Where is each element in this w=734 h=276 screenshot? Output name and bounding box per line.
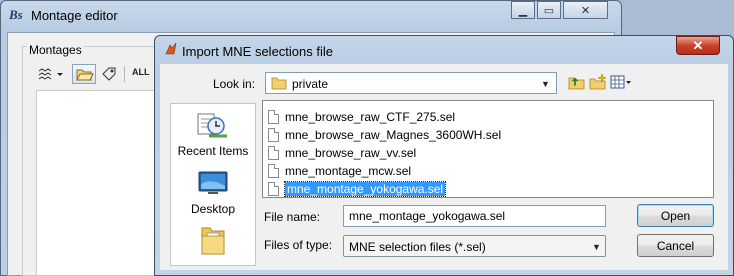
file-icon [268,181,279,196]
minimize-icon: ▁ [518,4,528,17]
file-icon [268,127,279,142]
file-name: mne_browse_raw_CTF_275.sel [285,109,456,124]
montage-editor-title: Montage editor [31,8,118,23]
list-item[interactable]: mne_browse_raw_Magnes_3600WH.sel [268,126,501,143]
documents-icon [201,227,225,255]
brainstorm-logo-icon: Bs [9,7,23,22]
open-button[interactable]: Open [637,204,714,227]
place-desktop[interactable]: Desktop [171,166,255,216]
place-label: Recent Items [177,144,249,158]
place-documents[interactable] [171,222,255,264]
file-name: mne_browse_raw_Magnes_3600WH.sel [285,127,502,142]
chevron-down-icon[interactable]: ▼ [541,79,550,89]
new-folder-icon[interactable] [589,73,607,91]
folder-open-icon [76,69,94,81]
tag-button[interactable] [99,64,119,84]
chevron-down-icon[interactable]: ▼ [592,242,601,252]
folder-icon [271,77,287,90]
place-label: Desktop [190,202,236,216]
view-menu-icon[interactable] [610,73,632,91]
files-of-type-label: Files of type: [264,238,333,252]
list-item[interactable]: mne_browse_raw_CTF_275.sel [268,108,455,125]
montages-group-label: Montages [27,43,84,57]
recent-items-icon [197,113,227,138]
file-icon [268,109,279,124]
toolbar-separator [124,66,125,82]
bg-close-button[interactable]: ✕ [563,1,608,19]
file-icon [268,145,279,160]
maximize-icon: ▭ [543,4,555,17]
list-item[interactable]: mne_browse_raw_vv.sel [268,144,416,161]
file-icon [268,163,279,178]
open-montage-button[interactable] [72,64,96,84]
file-list[interactable]: mne_browse_raw_CTF_275.sel mne_browse_ra… [262,100,714,198]
file-name-label: File name: [264,210,321,224]
maximize-button[interactable]: ▭ [537,1,561,19]
look-in-label: Look in: [213,77,256,91]
montage-type-dropdown[interactable] [36,64,66,84]
file-name: mne_montage_yokogawa.sel [283,180,447,197]
desktop-icon [198,171,228,194]
file-name: mne_montage_mcw.sel [285,163,412,178]
up-folder-icon[interactable] [568,73,586,91]
dialog-close-button[interactable]: ✕ [676,36,720,55]
files-of-type-value: MNE selection files (*.sel) [349,240,486,254]
close-icon: ✕ [580,4,591,17]
select-all-button[interactable]: ALL [132,67,150,77]
places-bar: Recent Items Desktop [170,103,256,266]
list-item-selected[interactable]: mne_montage_yokogawa.sel [268,180,447,197]
file-name: mne_browse_raw_vv.sel [285,145,417,160]
matlab-icon [165,42,177,55]
minimize-button[interactable]: ▁ [511,1,535,19]
tag-icon [102,67,116,81]
file-name-input[interactable] [343,205,606,227]
cancel-button[interactable]: Cancel [637,234,714,257]
wave-list-icon [38,68,63,80]
dialog-title: Import MNE selections file [182,44,333,59]
place-recent-items[interactable]: Recent Items [171,108,255,160]
montage-list[interactable] [36,90,156,276]
list-item[interactable]: mne_montage_mcw.sel [268,162,411,179]
close-icon: ✕ [692,37,704,53]
look-in-value: private [292,77,329,91]
